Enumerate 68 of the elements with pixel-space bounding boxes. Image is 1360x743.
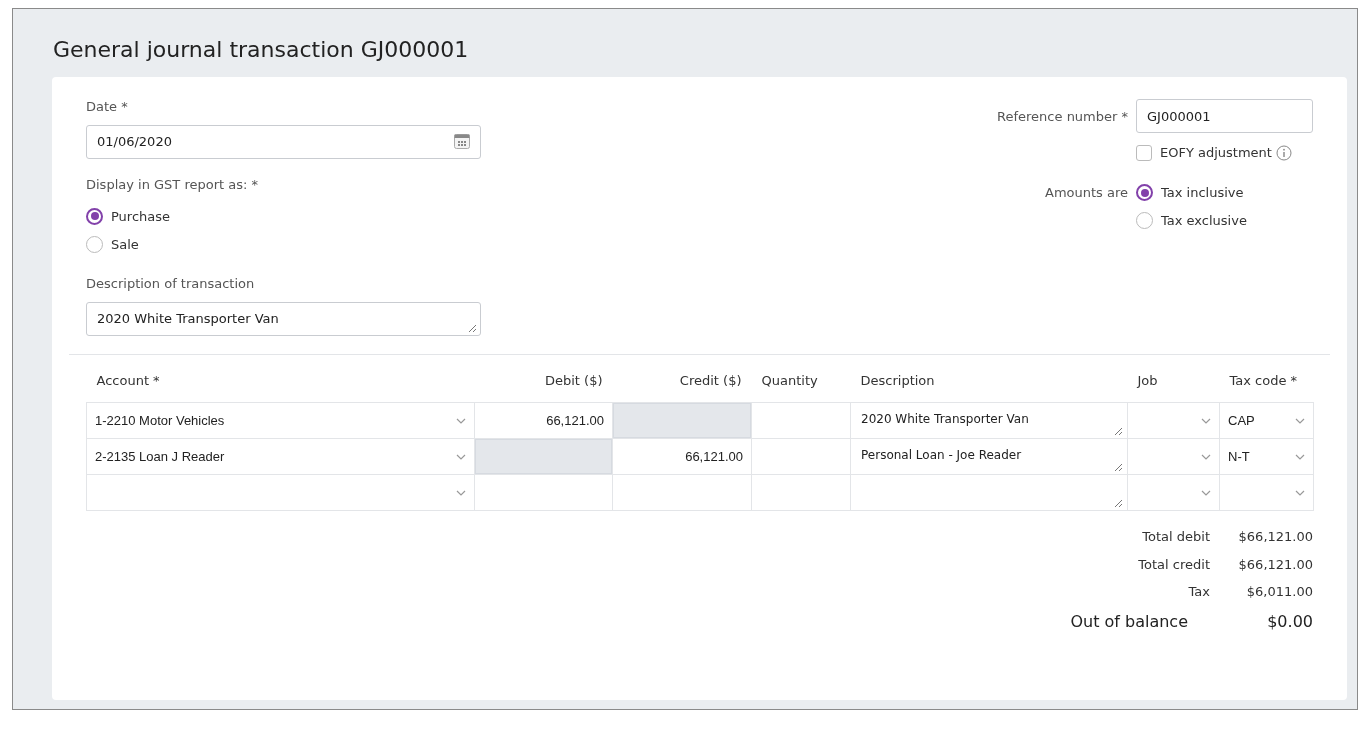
total-label: Total debit bbox=[1141, 528, 1211, 547]
column-header: Account * bbox=[86, 370, 475, 403]
field-label: Reference number * bbox=[997, 107, 1128, 126]
quantity-field[interactable] bbox=[751, 474, 851, 511]
tax-code-select[interactable]: N-T bbox=[1219, 438, 1314, 475]
checkbox-label[interactable]: EOFY adjustment bbox=[1160, 143, 1272, 163]
radio-button[interactable] bbox=[86, 207, 103, 225]
total-label: Out of balance bbox=[1070, 610, 1189, 633]
resize-grip-icon bbox=[1114, 426, 1123, 436]
total-value: $66,121.00 bbox=[1237, 528, 1313, 547]
column-header: Description bbox=[850, 370, 1128, 403]
info-icon[interactable] bbox=[1275, 145, 1292, 162]
credit-field[interactable] bbox=[612, 474, 752, 511]
chevron-icon bbox=[1295, 453, 1305, 460]
resize-grip-icon bbox=[1114, 462, 1123, 472]
account-select[interactable]: 2-2135 Loan J Reader bbox=[86, 438, 475, 475]
column-header: Debit ($) bbox=[474, 370, 613, 403]
account-select[interactable] bbox=[86, 474, 475, 511]
radio-label[interactable]: Tax exclusive bbox=[1161, 211, 1247, 231]
total-value: $0.00 bbox=[1266, 610, 1313, 633]
column-header: Tax code * bbox=[1219, 370, 1314, 403]
total-value: $66,121.00 bbox=[1237, 555, 1313, 574]
resize-grip-icon bbox=[1114, 498, 1123, 508]
job-select[interactable] bbox=[1127, 474, 1220, 511]
description-field[interactable]: Personal Loan - Joe Reader bbox=[850, 438, 1128, 475]
quantity-field[interactable] bbox=[751, 438, 851, 475]
radio-button[interactable] bbox=[86, 235, 103, 253]
tax-code-select[interactable] bbox=[1219, 474, 1314, 511]
chevron-icon bbox=[456, 453, 466, 460]
radio-button[interactable] bbox=[1136, 212, 1153, 230]
column-header: Quantity bbox=[751, 370, 851, 403]
credit-field[interactable]: 66,121.00 bbox=[612, 438, 752, 475]
radio-label[interactable]: Purchase bbox=[111, 206, 171, 227]
debit-field[interactable]: 66,121.00 bbox=[474, 402, 613, 439]
total-value: $6,011.00 bbox=[1245, 583, 1313, 602]
radio-label[interactable]: Tax inclusive bbox=[1161, 183, 1244, 203]
reference-field[interactable]: GJ000001 bbox=[1136, 99, 1313, 134]
job-select[interactable] bbox=[1127, 402, 1220, 439]
page-title: General journal transaction GJ000001 bbox=[53, 37, 470, 64]
description-field[interactable] bbox=[850, 474, 1128, 511]
account-select[interactable]: 1-2210 Motor Vehicles bbox=[86, 402, 475, 439]
field-label: Amounts are bbox=[1044, 183, 1128, 202]
radio-button[interactable] bbox=[1136, 184, 1153, 202]
resize-grip-icon bbox=[468, 323, 477, 333]
tax-code-select[interactable]: CAP bbox=[1219, 402, 1314, 439]
chevron-icon bbox=[1201, 453, 1211, 460]
column-header: Job bbox=[1127, 370, 1220, 403]
chevron-icon bbox=[1201, 417, 1211, 424]
description-field[interactable]: 2020 White Transporter Van bbox=[86, 301, 481, 336]
date-field[interactable]: 01/06/2020 bbox=[86, 124, 481, 159]
radio-label[interactable]: Sale bbox=[111, 234, 139, 255]
description-field[interactable]: 2020 White Transporter Van bbox=[850, 402, 1128, 439]
chevron-icon bbox=[1201, 489, 1211, 496]
chevron-icon bbox=[456, 489, 466, 496]
total-label: Tax bbox=[1187, 583, 1211, 602]
calendar-icon bbox=[454, 134, 470, 150]
field-label: Date * bbox=[86, 98, 129, 117]
column-header: Credit ($) bbox=[612, 370, 752, 403]
chevron-icon bbox=[1295, 417, 1305, 424]
chevron-icon bbox=[456, 417, 466, 424]
debit-field[interactable] bbox=[474, 474, 613, 511]
field-label: Description of transaction bbox=[86, 275, 256, 294]
checkbox[interactable] bbox=[1136, 145, 1152, 162]
chevron-icon bbox=[1295, 489, 1305, 496]
total-label: Total credit bbox=[1137, 555, 1211, 574]
job-select[interactable] bbox=[1127, 438, 1220, 475]
quantity-field[interactable] bbox=[751, 402, 851, 439]
field-label: Display in GST report as: * bbox=[86, 175, 260, 194]
